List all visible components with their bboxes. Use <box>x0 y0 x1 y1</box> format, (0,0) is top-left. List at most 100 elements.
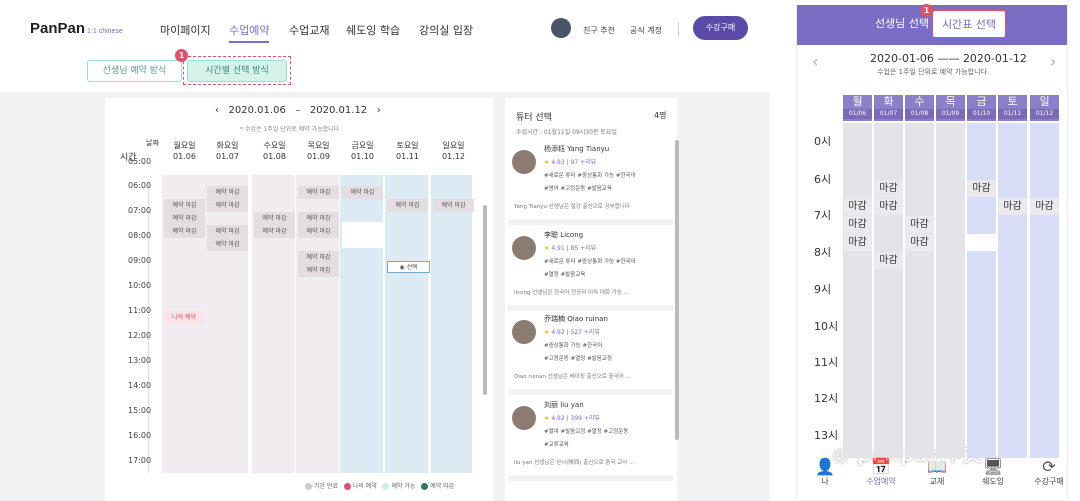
tutor-tags: #새로운 튜터 #중상통화 가능 #한국어 <box>544 259 636 265</box>
mobile-day-header: 월 01/06 <box>843 95 872 121</box>
calendar-column <box>340 175 384 473</box>
tutor-tags: #영어 #고정운동 #발음교육 <box>544 186 612 192</box>
prev-week-icon[interactable]: ‹ <box>215 105 219 116</box>
mobile-column <box>998 123 1027 458</box>
mobile-tab-time[interactable]: 시간표 선택 <box>932 10 1006 38</box>
mobile-day-date: 01/06 <box>843 109 872 119</box>
tutor-avatar[interactable] <box>512 320 536 344</box>
mobile-prev-icon[interactable]: ‹ <box>812 52 818 71</box>
tutor-name[interactable]: 乔瑞楠 Qiao ruinan <box>544 314 608 324</box>
tutor-panel-title: 튜터 선택 <box>516 113 552 123</box>
selected-slot[interactable]: ◉ 선택 <box>387 261 430 273</box>
time-label: 09:00 <box>128 256 152 265</box>
nav-classroom[interactable]: 강의실 입장 <box>419 22 473 38</box>
day-name: 목요일 <box>307 141 330 150</box>
mobile-next-icon[interactable]: › <box>1050 52 1056 71</box>
mobile-closed-slot[interactable]: 마감 <box>998 198 1027 215</box>
tutor-name[interactable]: 杨添钰 Yang Tianyu <box>544 144 609 154</box>
next-week-icon[interactable]: › <box>377 105 381 116</box>
mobile-day-date: 01/08 <box>905 109 934 119</box>
mobile-open-slot[interactable] <box>967 234 996 251</box>
booked-slot[interactable]: 예약 마감 <box>433 199 474 212</box>
mobile-nav-3[interactable]: 🖥 쉐도잉 <box>968 458 1018 487</box>
tutor-tags: #고정운동 #열정 #발음교정 <box>544 356 612 362</box>
booked-slot[interactable]: 예약 마감 <box>298 186 339 199</box>
mobile-hour-label: 6시 <box>814 173 832 186</box>
time-label: 12:00 <box>128 331 152 340</box>
mobile-closed-slot[interactable]: 마감 <box>905 234 934 251</box>
mobile-closed-slot[interactable]: 마감 <box>874 252 903 269</box>
tutor-avatar[interactable] <box>512 150 536 174</box>
review-count: 527 +리뷰 <box>570 329 600 336</box>
tutor-avatar[interactable] <box>512 236 536 260</box>
tutor-description: licong 선생님은 한국어 전공자 이라 대화 가능 ... <box>514 290 629 296</box>
teacher-mode-button[interactable]: 선생님 예약 방식 <box>87 60 182 82</box>
tutor-tags: #새로운 튜터 #중상통화 가능 #한국어 <box>544 173 636 179</box>
booked-slot[interactable]: 예약 마감 <box>164 199 205 212</box>
check-icon: ◉ <box>399 264 405 271</box>
nav-shadowing[interactable]: 쉐도잉 학습 <box>346 22 400 38</box>
mobile-day-header: 목 01/09 <box>936 95 965 121</box>
booked-slot[interactable]: 예약 마감 <box>298 251 339 264</box>
nav-mypage[interactable]: 마이페이지 <box>160 22 211 38</box>
mobile-closed-slot[interactable]: 마감 <box>843 198 872 215</box>
day-name: 일요일 <box>442 141 465 150</box>
friend-referral-link[interactable]: 친구 추천 <box>583 25 615 36</box>
open-slot[interactable] <box>342 222 385 248</box>
avatar[interactable] <box>551 18 571 38</box>
official-account-link[interactable]: 공식 계정 <box>630 25 662 36</box>
star-icon: ★ <box>544 245 550 252</box>
mobile-day-header: 일 01/12 <box>1030 95 1059 121</box>
mobile-closed-slot[interactable]: 마감 <box>1030 198 1059 215</box>
mobile-column <box>874 123 903 458</box>
nav-booking[interactable]: 수업예약 <box>229 22 270 43</box>
mobile-nav-0[interactable]: 👤 나 <box>800 458 850 487</box>
tutor-scrollbar[interactable] <box>675 140 679 440</box>
nav-materials[interactable]: 수업교재 <box>289 22 329 38</box>
mobile-step-badge: 1 <box>920 4 933 17</box>
mobile-nav-2[interactable]: 📖 교재 <box>912 458 962 487</box>
booked-slot[interactable]: 예약 마감 <box>164 212 205 225</box>
day-date: 01.09 <box>307 152 330 161</box>
divider <box>678 22 679 36</box>
time-label: 14:00 <box>128 381 152 390</box>
day-header: 금요일 01.10 <box>341 140 384 162</box>
booked-slot[interactable]: 예약 마감 <box>387 199 428 212</box>
mobile-column <box>967 123 996 458</box>
mobile-day-date: 01/10 <box>967 109 996 119</box>
mobile-nav-label: 수업예약 <box>866 477 896 486</box>
booked-slot[interactable]: 예약 마감 <box>298 264 339 277</box>
booked-slot[interactable]: 예약 마감 <box>207 186 248 199</box>
mobile-closed-slot[interactable]: 마감 <box>967 180 996 197</box>
time-label: 16:00 <box>128 431 152 440</box>
booked-slot[interactable]: 예약 마감 <box>298 225 339 238</box>
mobile-closed-slot[interactable]: 마감 <box>874 180 903 197</box>
tutor-name[interactable]: 刘丽 liu yan <box>544 400 584 410</box>
booked-slot[interactable]: 예약 마감 <box>342 186 383 199</box>
mobile-closed-slot[interactable]: 마감 <box>905 216 934 233</box>
booked-slot[interactable]: 예약 마감 <box>207 238 248 251</box>
tutor-name[interactable]: 李聪 Licong <box>544 230 583 240</box>
mobile-day-name: 목 <box>945 95 956 108</box>
booked-slot[interactable]: 예약 마감 <box>207 225 248 238</box>
mobile-closed-slot[interactable]: 마감 <box>874 198 903 215</box>
logo[interactable]: PanPan 1:1 chinese <box>30 20 123 37</box>
mobile-hour-label: 0시 <box>814 135 832 148</box>
time-label: 13:00 <box>128 356 152 365</box>
my-booking-slot[interactable]: 나의 예약 <box>164 311 204 324</box>
mobile-closed-slot[interactable]: 마감 <box>843 234 872 251</box>
mobile-nav-1[interactable]: 📅 수업예약 <box>856 458 906 487</box>
mobile-day-name: 토 <box>1007 95 1018 108</box>
mobile-hour-label: 11시 <box>814 356 839 369</box>
booked-slot[interactable]: 예약 마감 <box>298 212 339 225</box>
tutor-avatar[interactable] <box>512 406 536 430</box>
calendar-scrollbar[interactable] <box>483 205 487 395</box>
buy-button[interactable]: 수강구매 <box>693 16 748 40</box>
booked-slot[interactable]: 예약 마감 <box>164 225 205 238</box>
booked-slot[interactable]: 예약 마감 <box>254 225 295 238</box>
booked-slot[interactable]: 예약 마감 <box>254 212 295 225</box>
mobile-day-name: 일 <box>1039 95 1050 108</box>
mobile-nav-4[interactable]: ⟳ 수강구매 <box>1024 458 1074 487</box>
mobile-closed-slot[interactable]: 마감 <box>843 216 872 233</box>
booked-slot[interactable]: 예약 마감 <box>207 199 248 212</box>
